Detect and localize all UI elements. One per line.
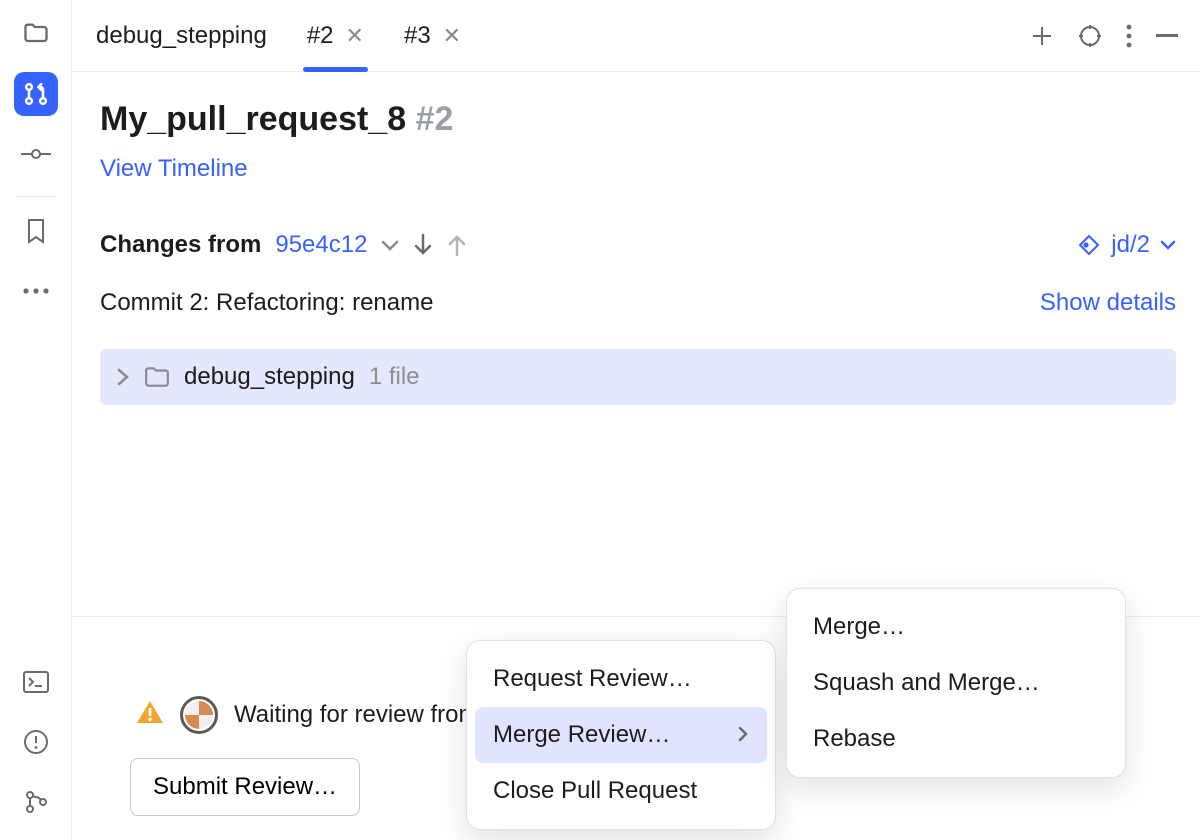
breadcrumb-text: debug_stepping bbox=[96, 22, 267, 50]
warning-icon bbox=[136, 699, 164, 732]
menu-request-review[interactable]: Request Review… bbox=[467, 651, 775, 707]
menu-merge-review[interactable]: Merge Review… bbox=[475, 707, 767, 763]
project-icon[interactable] bbox=[14, 12, 58, 56]
more-icon[interactable] bbox=[14, 269, 58, 313]
target-icon[interactable] bbox=[1078, 24, 1102, 48]
tab-label: #3 bbox=[404, 22, 431, 50]
terminal-icon[interactable] bbox=[14, 660, 58, 704]
vcs-icon[interactable] bbox=[14, 780, 58, 824]
folder-icon bbox=[144, 366, 170, 388]
view-timeline-link[interactable]: View Timeline bbox=[100, 155, 248, 183]
show-details-link[interactable]: Show details bbox=[1040, 289, 1176, 317]
tab-bar: debug_stepping #2 ✕ #3 ✕ bbox=[72, 0, 1200, 72]
commit-dropdown[interactable]: 95e4c12 bbox=[275, 231, 367, 259]
folder-name: debug_stepping bbox=[184, 363, 355, 391]
submit-review-button[interactable]: Submit Review… bbox=[130, 758, 360, 816]
tab-pr-2[interactable]: #2 ✕ bbox=[287, 0, 384, 71]
review-actions-menu: Request Review… Merge Review… Close Pull… bbox=[466, 640, 776, 830]
kebab-icon[interactable] bbox=[1126, 24, 1132, 48]
arrow-down-icon[interactable] bbox=[413, 233, 433, 257]
commit-line: Commit 2: Refactoring: rename Show detai… bbox=[100, 289, 1176, 317]
add-icon[interactable] bbox=[1030, 24, 1054, 48]
file-count: 1 file bbox=[369, 363, 420, 391]
commits-icon[interactable] bbox=[14, 132, 58, 176]
file-group-row[interactable]: debug_stepping 1 file bbox=[100, 349, 1176, 405]
problems-icon[interactable] bbox=[14, 720, 58, 764]
bookmark-icon[interactable] bbox=[14, 209, 58, 253]
chevron-right-icon bbox=[737, 721, 749, 749]
menu-close-pr[interactable]: Close Pull Request bbox=[467, 763, 775, 819]
merge-submenu: Merge… Squash and Merge… Rebase bbox=[786, 588, 1126, 778]
close-icon[interactable]: ✕ bbox=[346, 23, 364, 49]
sidebar-divider bbox=[16, 196, 56, 197]
branch-tag-text: jd/2 bbox=[1111, 231, 1150, 259]
pr-content: My_pull_request_8 #2 View Timeline Chang… bbox=[72, 72, 1200, 840]
commit-message: Commit 2: Refactoring: rename bbox=[100, 289, 433, 317]
changes-label: Changes from bbox=[100, 231, 261, 259]
tab-label: #2 bbox=[307, 22, 334, 50]
submenu-squash[interactable]: Squash and Merge… bbox=[787, 655, 1125, 711]
changes-from-row: Changes from 95e4c12 jd/2 bbox=[100, 231, 1176, 259]
avatar bbox=[180, 696, 218, 734]
submenu-merge[interactable]: Merge… bbox=[787, 599, 1125, 655]
chevron-right-icon bbox=[116, 368, 130, 386]
tab-pr-3[interactable]: #3 ✕ bbox=[384, 0, 481, 71]
left-toolbar bbox=[0, 0, 72, 840]
chevron-down-icon[interactable] bbox=[381, 231, 399, 259]
submenu-rebase[interactable]: Rebase bbox=[787, 711, 1125, 767]
close-icon[interactable]: ✕ bbox=[443, 23, 461, 49]
pr-number: #2 bbox=[416, 100, 454, 138]
pr-title: My_pull_request_8 #2 bbox=[100, 100, 1176, 139]
branch-tag[interactable]: jd/2 bbox=[1077, 231, 1176, 259]
pull-requests-icon[interactable] bbox=[14, 72, 58, 116]
arrow-up-icon[interactable] bbox=[447, 233, 467, 257]
minimize-icon[interactable] bbox=[1156, 34, 1178, 38]
pr-title-text: My_pull_request_8 bbox=[100, 100, 406, 138]
breadcrumb-tab[interactable]: debug_stepping bbox=[76, 0, 287, 71]
